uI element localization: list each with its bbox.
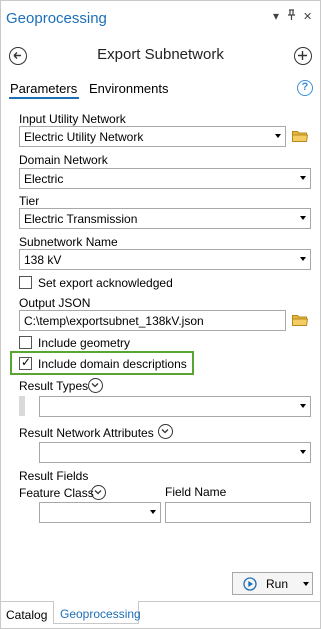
tab-geoprocessing-active[interactable]: Geoprocessing (53, 601, 141, 624)
pane-title: Geoprocessing (6, 10, 107, 27)
plus-icon (298, 51, 307, 60)
result-types-expand-button[interactable] (88, 378, 103, 393)
result-network-attributes-label: Result Network Attributes (19, 426, 154, 440)
result-network-attributes-expand-button[interactable] (158, 424, 173, 439)
chevron-down-icon (300, 176, 306, 180)
input-utility-network-value: Electric Utility Network (24, 130, 144, 144)
tier-label: Tier (19, 194, 40, 208)
chevron-down-icon (161, 429, 169, 434)
pin-icon[interactable] (286, 9, 297, 24)
add-button[interactable] (294, 47, 312, 65)
feature-class-expand-button[interactable] (91, 485, 106, 500)
checkmark-icon: ✓ (21, 355, 32, 369)
include-domain-descriptions-label: Include domain descriptions (38, 357, 187, 371)
run-play-icon (243, 577, 257, 594)
subnetwork-name-dropdown[interactable]: 138 kV (19, 249, 311, 270)
result-fields-label: Result Fields (19, 469, 89, 483)
domain-network-value: Electric (24, 172, 64, 186)
folder-browse-icon[interactable] (292, 314, 309, 326)
run-options-chevron-icon[interactable] (303, 582, 309, 586)
chevron-down-icon (300, 216, 306, 220)
chevron-down-icon (300, 450, 306, 454)
tier-value: Electric Transmission (24, 212, 138, 226)
tab-catalog[interactable]: Catalog (6, 608, 47, 622)
field-name-label: Field Name (165, 485, 227, 499)
feature-class-label: Feature Class (19, 486, 94, 500)
output-json-input[interactable]: C:\temp\exportsubnet_138kV.json (19, 310, 286, 331)
input-utility-network-dropdown[interactable]: Electric Utility Network (19, 126, 286, 147)
tab-parameters[interactable]: Parameters (10, 81, 77, 96)
chevron-down-icon (91, 383, 99, 388)
folder-browse-icon[interactable] (292, 130, 309, 142)
chevron-down-icon (94, 490, 102, 495)
field-name-input[interactable] (165, 502, 311, 523)
chevron-down-icon (300, 404, 306, 408)
result-network-attributes-dropdown[interactable] (39, 442, 311, 463)
include-domain-descriptions-checkbox[interactable]: ✓ (19, 355, 32, 370)
chevron-down-icon (275, 134, 281, 138)
bottom-separator (1, 601, 320, 602)
chevron-down-icon (300, 257, 306, 261)
close-icon[interactable]: ✕ (303, 10, 312, 23)
tier-dropdown[interactable]: Electric Transmission (19, 208, 311, 229)
run-label: Run (266, 577, 289, 591)
set-export-acknowledged-label: Set export acknowledged (38, 276, 173, 290)
pane-menu-button[interactable]: ▾ (273, 9, 279, 23)
set-export-acknowledged-checkbox[interactable] (19, 276, 32, 289)
tab-active-indicator (9, 97, 79, 99)
result-types-dropdown[interactable] (39, 396, 311, 417)
output-json-value: C:\temp\exportsubnet_138kV.json (24, 314, 204, 328)
output-json-label: Output JSON (19, 296, 91, 310)
tool-title: Export Subnetwork (97, 46, 224, 63)
run-button[interactable]: Run (232, 572, 313, 595)
tab-geoprocessing-label: Geoprocessing (60, 607, 141, 621)
feature-class-dropdown[interactable] (39, 502, 161, 523)
input-utility-network-label: Input Utility Network (19, 112, 126, 126)
subnetwork-name-value: 138 kV (24, 253, 62, 267)
help-icon[interactable]: ? (297, 80, 313, 96)
subnetwork-name-label: Subnetwork Name (19, 235, 118, 249)
domain-network-dropdown[interactable]: Electric (19, 168, 311, 189)
include-geometry-checkbox[interactable] (19, 336, 32, 349)
chevron-down-icon (150, 510, 156, 514)
domain-network-label: Domain Network (19, 153, 108, 167)
tab-environments[interactable]: Environments (89, 81, 168, 96)
include-geometry-label: Include geometry (38, 336, 131, 350)
result-types-label: Result Types (19, 379, 89, 393)
row-indicator (19, 396, 25, 416)
